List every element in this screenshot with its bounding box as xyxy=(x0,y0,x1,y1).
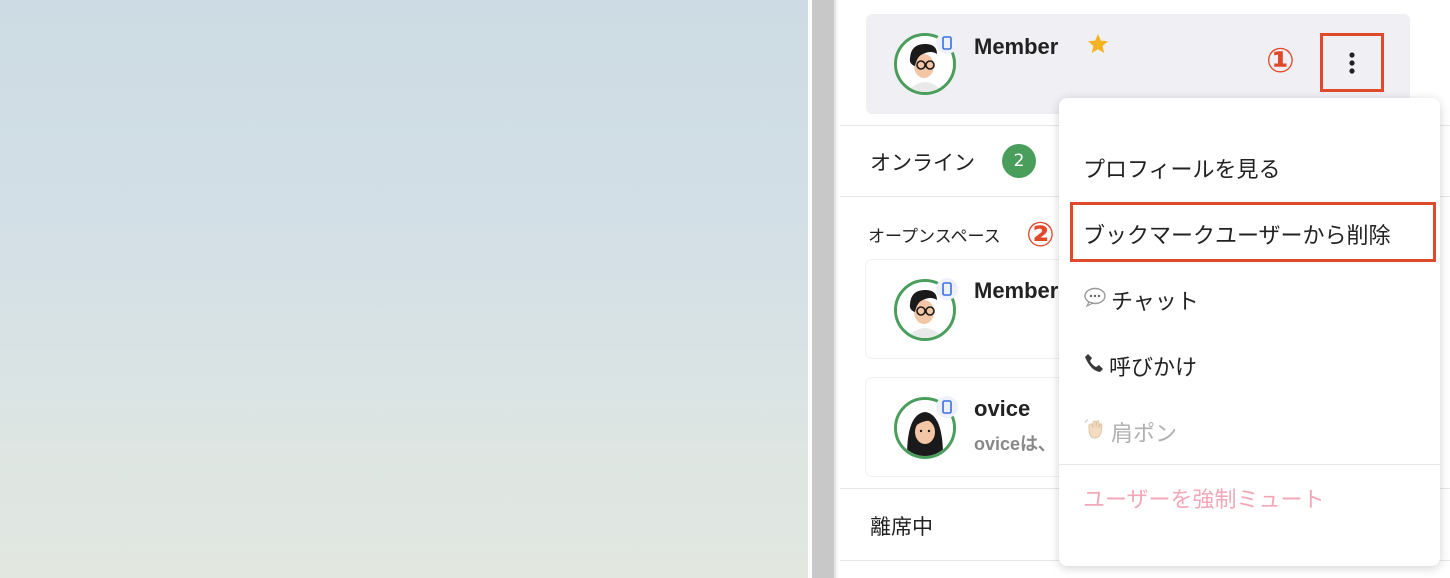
phone-icon xyxy=(1083,352,1105,380)
online-section-label: オンライン xyxy=(870,151,975,175)
mobile-device-icon xyxy=(936,32,958,54)
menu-item-call[interactable]: 呼びかけ xyxy=(1083,350,1197,382)
openspace-section-label: オープンスペース xyxy=(868,227,1001,247)
user-name: Member xyxy=(974,278,1059,303)
user-context-menu: プロフィールを見る ブックマークユーザーから削除 チャット 呼びかけ 肩ポン ユ… xyxy=(1059,98,1440,566)
user-card[interactable]: Member xyxy=(866,260,1066,358)
mobile-device-icon xyxy=(936,278,958,300)
star-icon xyxy=(1086,32,1110,60)
background-map xyxy=(0,0,808,578)
mobile-device-icon xyxy=(936,396,958,418)
menu-item-label: プロフィールを見る xyxy=(1083,158,1281,183)
user-name: ovice xyxy=(974,396,1031,421)
panel-resize-handle[interactable] xyxy=(812,0,834,578)
user-status-message: oviceは、 xyxy=(974,434,1057,454)
user-name: Member xyxy=(974,34,1059,59)
menu-item-force-mute[interactable]: ユーザーを強制ミュート xyxy=(1083,482,1325,514)
waving-hand-icon xyxy=(1083,417,1107,447)
annotation-step-2: ② xyxy=(1026,215,1055,255)
menu-item-label: 呼びかけ xyxy=(1109,356,1198,381)
menu-item-chat[interactable]: チャット xyxy=(1083,284,1199,316)
menu-item-label: チャット xyxy=(1111,290,1199,315)
user-card[interactable]: ovice oviceは、 xyxy=(866,378,1066,476)
menu-item-label: ユーザーを強制ミュート xyxy=(1083,488,1325,513)
screen: Member オンライン 2 オープンスペース Member ovice ovi… xyxy=(0,0,1450,578)
annotation-highlight-box xyxy=(1070,202,1436,262)
menu-item-label: 肩ポン xyxy=(1111,422,1178,447)
menu-item-tap-shoulder[interactable]: 肩ポン xyxy=(1083,416,1177,448)
more-vertical-icon xyxy=(1349,51,1355,74)
annotation-step-1: ① xyxy=(1266,41,1295,81)
away-section-label: 離席中 xyxy=(870,515,933,539)
chat-bubble-icon xyxy=(1083,287,1107,313)
menu-item-view-profile[interactable]: プロフィールを見る xyxy=(1083,152,1281,184)
menu-divider xyxy=(1059,464,1440,465)
more-options-button[interactable] xyxy=(1320,33,1384,92)
online-count-badge: 2 xyxy=(1002,144,1036,178)
